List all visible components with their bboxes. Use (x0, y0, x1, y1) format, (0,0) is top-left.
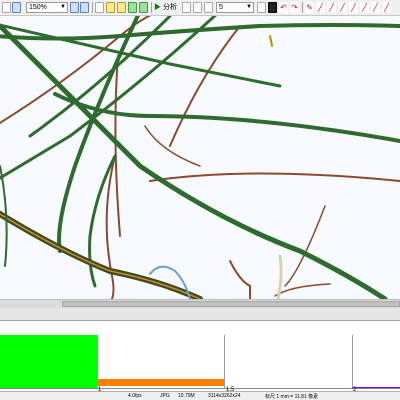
histogram-tail-line (352, 387, 400, 388)
status-scale: 标尺 1 mm = 11.81 像素 (265, 394, 319, 400)
histogram-bar-primary (0, 335, 97, 388)
status-bar: 4.0fps JPG 10.79M 3114x3262x24 标尺 1 mm =… (0, 391, 400, 400)
redo-icon[interactable]: ↷ (290, 2, 299, 13)
analyze-button[interactable]: ▶ 分析 (154, 2, 180, 13)
zoom-value: 150% (29, 4, 47, 11)
fiber-micrograph (0, 16, 400, 299)
gridline (352, 335, 353, 388)
count-select[interactable]: 5 ▼ (216, 2, 254, 13)
open-file-icon[interactable] (2, 2, 11, 13)
histogram-bar-secondary (97, 379, 224, 386)
analyze-label: 分析 (162, 4, 177, 11)
status-dimensions: 3114x3262x24 (208, 393, 241, 399)
panel-divider[interactable] (0, 308, 400, 321)
histogram-panel: 1 1.5 2 (0, 321, 400, 393)
measure-curve-icon[interactable]: ╱ (360, 2, 369, 13)
table-icon[interactable] (193, 2, 202, 13)
white-color-icon[interactable] (257, 2, 266, 13)
scrollbar-thumb[interactable] (62, 301, 400, 307)
histogram-axis (0, 388, 400, 389)
status-fps: 4.0fps (128, 393, 142, 399)
count-value: 5 (219, 4, 223, 11)
grid-icon[interactable] (128, 2, 137, 13)
gridline (224, 335, 225, 388)
play-icon: ▶ (154, 4, 161, 11)
pencil-icon[interactable]: ✎ (305, 2, 314, 13)
separator (151, 2, 152, 13)
chart-icon[interactable] (182, 2, 191, 13)
fill-icon[interactable] (106, 2, 115, 13)
status-filesize: 10.79M (178, 393, 195, 399)
zoom-select[interactable]: 150% ▼ (26, 2, 68, 13)
separator (302, 2, 303, 13)
chevron-down-icon: ▼ (246, 4, 252, 10)
measure-angle-icon[interactable]: ╱ (382, 2, 391, 13)
toolbar: 150% ▼ ▶ 分析 5 ▼ ↶ ↷ ✎ ╱ ╱ ╱ ╱ ╱ ╱ ╱ (0, 0, 400, 16)
image-viewport[interactable] (0, 16, 400, 299)
measure-width-icon[interactable]: ╱ (371, 2, 380, 13)
gridline (97, 335, 98, 388)
horizontal-scrollbar[interactable] (0, 299, 400, 308)
measure-line-icon[interactable]: ╱ (349, 2, 358, 13)
zoom-icon[interactable] (12, 2, 21, 13)
select-icon[interactable] (95, 2, 104, 13)
zoom-in-icon[interactable] (70, 2, 79, 13)
chevron-down-icon: ▼ (60, 4, 66, 10)
zoom-out-icon[interactable] (80, 2, 89, 13)
measure-icon[interactable] (139, 2, 148, 13)
draw-polyline-icon[interactable]: ╱ (338, 2, 347, 13)
undo-icon[interactable]: ↶ (279, 2, 288, 13)
separator (92, 2, 93, 13)
draw-line-icon[interactable]: ╱ (316, 2, 325, 13)
status-format: JPG (160, 393, 170, 399)
export-icon[interactable] (204, 2, 213, 13)
black-color-icon[interactable] (268, 2, 277, 13)
brightness-icon[interactable] (117, 2, 126, 13)
draw-curve-icon[interactable]: ╱ (327, 2, 336, 13)
